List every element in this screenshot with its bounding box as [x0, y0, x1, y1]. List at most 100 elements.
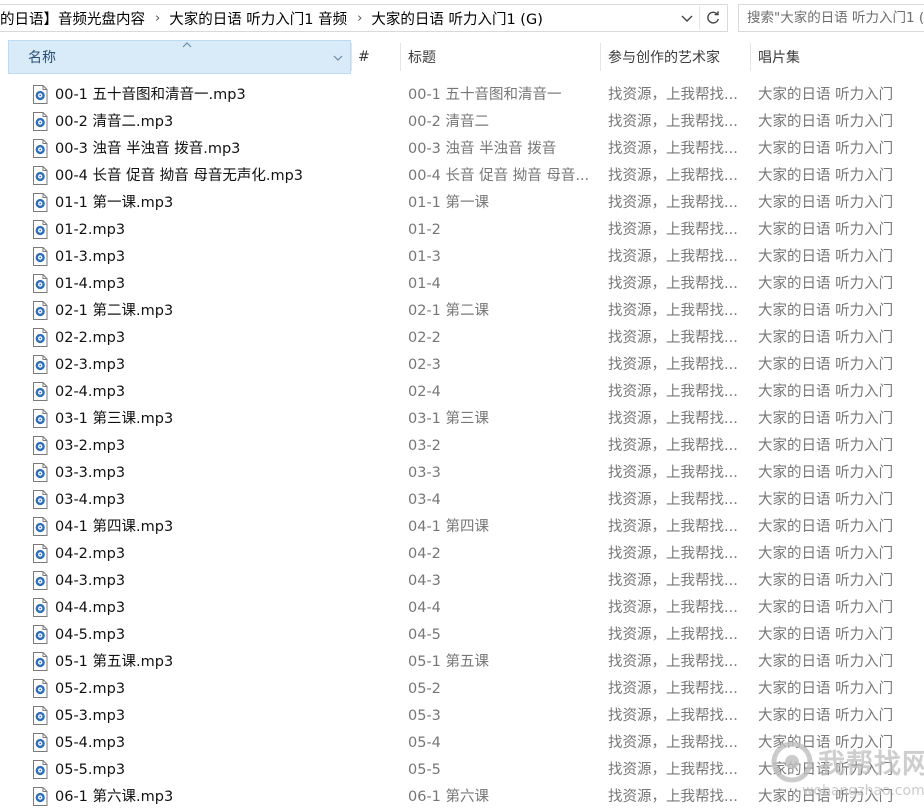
file-name[interactable]: 02-4.mp3: [55, 379, 355, 406]
file-name[interactable]: 02-1 第二课.mp3: [55, 298, 355, 325]
audio-file-icon: [32, 328, 48, 347]
file-row[interactable]: 05-5.mp3 05-5 找资源，上我帮找... 大家的日语 听力入门: [0, 757, 924, 784]
file-artist: 找资源，上我帮找...: [608, 438, 738, 454]
file-row[interactable]: 04-4.mp3 04-4 找资源，上我帮找... 大家的日语 听力入门: [0, 595, 924, 622]
file-artist: 找资源，上我帮找...: [608, 627, 738, 643]
file-album: 大家的日语 听力入门: [758, 573, 894, 589]
file-name[interactable]: 02-3.mp3: [55, 352, 355, 379]
column-header-name[interactable]: 名称: [8, 40, 351, 74]
column-divider[interactable]: [750, 43, 751, 71]
audio-file-icon: [32, 85, 48, 104]
chevron-down-icon[interactable]: [332, 52, 344, 64]
audio-file-icon: [32, 679, 48, 698]
column-header-number[interactable]: #: [358, 40, 398, 74]
file-row[interactable]: 00-4 长音 促音 拗音 母音无声化.mp3 00-4 长音 促音 拗音 母音.…: [0, 163, 924, 190]
file-name[interactable]: 05-4.mp3: [55, 730, 355, 757]
address-bar[interactable]: 的日语】音频光盘内容 › 大家的日语 听力入门1 音频 › 大家的日语 听力入门…: [0, 4, 728, 32]
file-name[interactable]: 01-3.mp3: [55, 244, 355, 271]
file-name[interactable]: 05-1 第五课.mp3: [55, 649, 355, 676]
file-row[interactable]: 02-4.mp3 02-4 找资源，上我帮找... 大家的日语 听力入门: [0, 379, 924, 406]
file-row[interactable]: 01-3.mp3 01-3 找资源，上我帮找... 大家的日语 听力入门: [0, 244, 924, 271]
file-title: 03-1 第三课: [408, 411, 490, 427]
file-row[interactable]: 01-4.mp3 01-4 找资源，上我帮找... 大家的日语 听力入门: [0, 271, 924, 298]
file-name[interactable]: 00-4 长音 促音 拗音 母音无声化.mp3: [55, 163, 355, 190]
file-title: 04-1 第四课: [408, 519, 490, 535]
breadcrumb-separator-icon[interactable]: ›: [357, 11, 362, 26]
file-name[interactable]: 04-3.mp3: [55, 568, 355, 595]
column-header-title[interactable]: 标题: [408, 40, 598, 74]
file-name[interactable]: 04-1 第四课.mp3: [55, 514, 355, 541]
file-row[interactable]: 05-1 第五课.mp3 05-1 第五课 找资源，上我帮找... 大家的日语 听力入…: [0, 649, 924, 676]
file-name[interactable]: 06-1 第六课.mp3: [55, 784, 355, 809]
file-name[interactable]: 03-4.mp3: [55, 487, 355, 514]
audio-file-icon: [32, 139, 48, 158]
column-divider[interactable]: [400, 43, 401, 71]
file-album: 大家的日语 听力入门: [758, 114, 894, 130]
file-title: 04-3: [408, 573, 441, 589]
audio-file-icon: [32, 787, 48, 806]
file-artist: 找资源，上我帮找...: [608, 654, 738, 670]
file-row[interactable]: 04-1 第四课.mp3 04-1 第四课 找资源，上我帮找... 大家的日语 听力入…: [0, 514, 924, 541]
file-row[interactable]: 00-1 五十音图和清音一.mp3 00-1 五十音图和清音一 找资源，上我帮找..…: [0, 82, 924, 109]
file-row[interactable]: 03-1 第三课.mp3 03-1 第三课 找资源，上我帮找... 大家的日语 听力入…: [0, 406, 924, 433]
file-name[interactable]: 05-2.mp3: [55, 676, 355, 703]
file-row[interactable]: 04-5.mp3 04-5 找资源，上我帮找... 大家的日语 听力入门: [0, 622, 924, 649]
file-name[interactable]: 01-1 第一课.mp3: [55, 190, 355, 217]
file-row[interactable]: 03-4.mp3 03-4 找资源，上我帮找... 大家的日语 听力入门: [0, 487, 924, 514]
search-input[interactable]: [747, 10, 924, 26]
file-row[interactable]: 04-2.mp3 04-2 找资源，上我帮找... 大家的日语 听力入门: [0, 541, 924, 568]
file-name[interactable]: 01-4.mp3: [55, 271, 355, 298]
file-album: 大家的日语 听力入门: [758, 708, 894, 724]
file-title: 00-2 清音二: [408, 114, 490, 130]
file-row[interactable]: 02-2.mp3 02-2 找资源，上我帮找... 大家的日语 听力入门: [0, 325, 924, 352]
file-artist: 找资源，上我帮找...: [608, 573, 738, 589]
file-name[interactable]: 05-5.mp3: [55, 757, 355, 784]
file-row[interactable]: 02-3.mp3 02-3 找资源，上我帮找... 大家的日语 听力入门: [0, 352, 924, 379]
file-row[interactable]: 01-2.mp3 01-2 找资源，上我帮找... 大家的日语 听力入门: [0, 217, 924, 244]
file-title: 02-1 第二课: [408, 303, 490, 319]
breadcrumb-item-audio[interactable]: 大家的日语 听力入门1 音频: [169, 8, 347, 29]
file-album: 大家的日语 听力入门: [758, 384, 894, 400]
file-artist: 找资源，上我帮找...: [608, 195, 738, 211]
file-name[interactable]: 04-4.mp3: [55, 595, 355, 622]
file-title: 01-1 第一课: [408, 195, 490, 211]
refresh-button[interactable]: [699, 6, 725, 30]
file-row[interactable]: 06-1 第六课.mp3 06-1 第六课 找资源，上我帮找... 大家的日语 听力入…: [0, 784, 924, 809]
file-title: 00-1 五十音图和清音一: [408, 87, 562, 103]
file-row[interactable]: 05-4.mp3 05-4 找资源，上我帮找... 大家的日语 听力入门: [0, 730, 924, 757]
file-title: 01-3: [408, 249, 441, 265]
column-divider[interactable]: [351, 43, 352, 71]
breadcrumb-item-current[interactable]: 大家的日语 听力入门1 (G): [371, 8, 543, 29]
file-row[interactable]: 03-2.mp3 03-2 找资源，上我帮找... 大家的日语 听力入门: [0, 433, 924, 460]
file-name[interactable]: 03-1 第三课.mp3: [55, 406, 355, 433]
column-header-artist[interactable]: 参与创作的艺术家: [608, 40, 748, 74]
breadcrumb-item-parent[interactable]: 的日语】音频光盘内容: [0, 8, 145, 29]
file-name[interactable]: 00-1 五十音图和清音一.mp3: [55, 82, 355, 109]
file-name[interactable]: 02-2.mp3: [55, 325, 355, 352]
file-name[interactable]: 04-2.mp3: [55, 541, 355, 568]
file-name[interactable]: 01-2.mp3: [55, 217, 355, 244]
file-artist: 找资源，上我帮找...: [608, 762, 738, 778]
breadcrumb-separator-icon[interactable]: ›: [155, 11, 160, 26]
file-name[interactable]: 00-3 浊音 半浊音 拨音.mp3: [55, 136, 355, 163]
file-row[interactable]: 04-3.mp3 04-3 找资源，上我帮找... 大家的日语 听力入门: [0, 568, 924, 595]
file-name[interactable]: 03-2.mp3: [55, 433, 355, 460]
file-album: 大家的日语 听力入门: [758, 357, 894, 373]
search-box[interactable]: [738, 4, 924, 32]
file-name[interactable]: 05-3.mp3: [55, 703, 355, 730]
file-row[interactable]: 01-1 第一课.mp3 01-1 第一课 找资源，上我帮找... 大家的日语 听力入…: [0, 190, 924, 217]
chevron-down-icon[interactable]: [679, 10, 695, 26]
file-row[interactable]: 00-3 浊音 半浊音 拨音.mp3 00-3 浊音 半浊音 拨音 找资源，上我帮找…: [0, 136, 924, 163]
file-row[interactable]: 05-3.mp3 05-3 找资源，上我帮找... 大家的日语 听力入门: [0, 703, 924, 730]
file-name[interactable]: 00-2 清音二.mp3: [55, 109, 355, 136]
file-album: 大家的日语 听力入门: [758, 762, 894, 778]
file-name[interactable]: 04-5.mp3: [55, 622, 355, 649]
file-row[interactable]: 05-2.mp3 05-2 找资源，上我帮找... 大家的日语 听力入门: [0, 676, 924, 703]
column-header-album[interactable]: 唱片集: [758, 40, 918, 74]
file-row[interactable]: 02-1 第二课.mp3 02-1 第二课 找资源，上我帮找... 大家的日语 听力入…: [0, 298, 924, 325]
file-name[interactable]: 03-3.mp3: [55, 460, 355, 487]
file-row[interactable]: 03-3.mp3 03-3 找资源，上我帮找... 大家的日语 听力入门: [0, 460, 924, 487]
column-divider[interactable]: [600, 43, 601, 71]
file-title: 04-2: [408, 546, 441, 562]
file-row[interactable]: 00-2 清音二.mp3 00-2 清音二 找资源，上我帮找... 大家的日语 听力入…: [0, 109, 924, 136]
